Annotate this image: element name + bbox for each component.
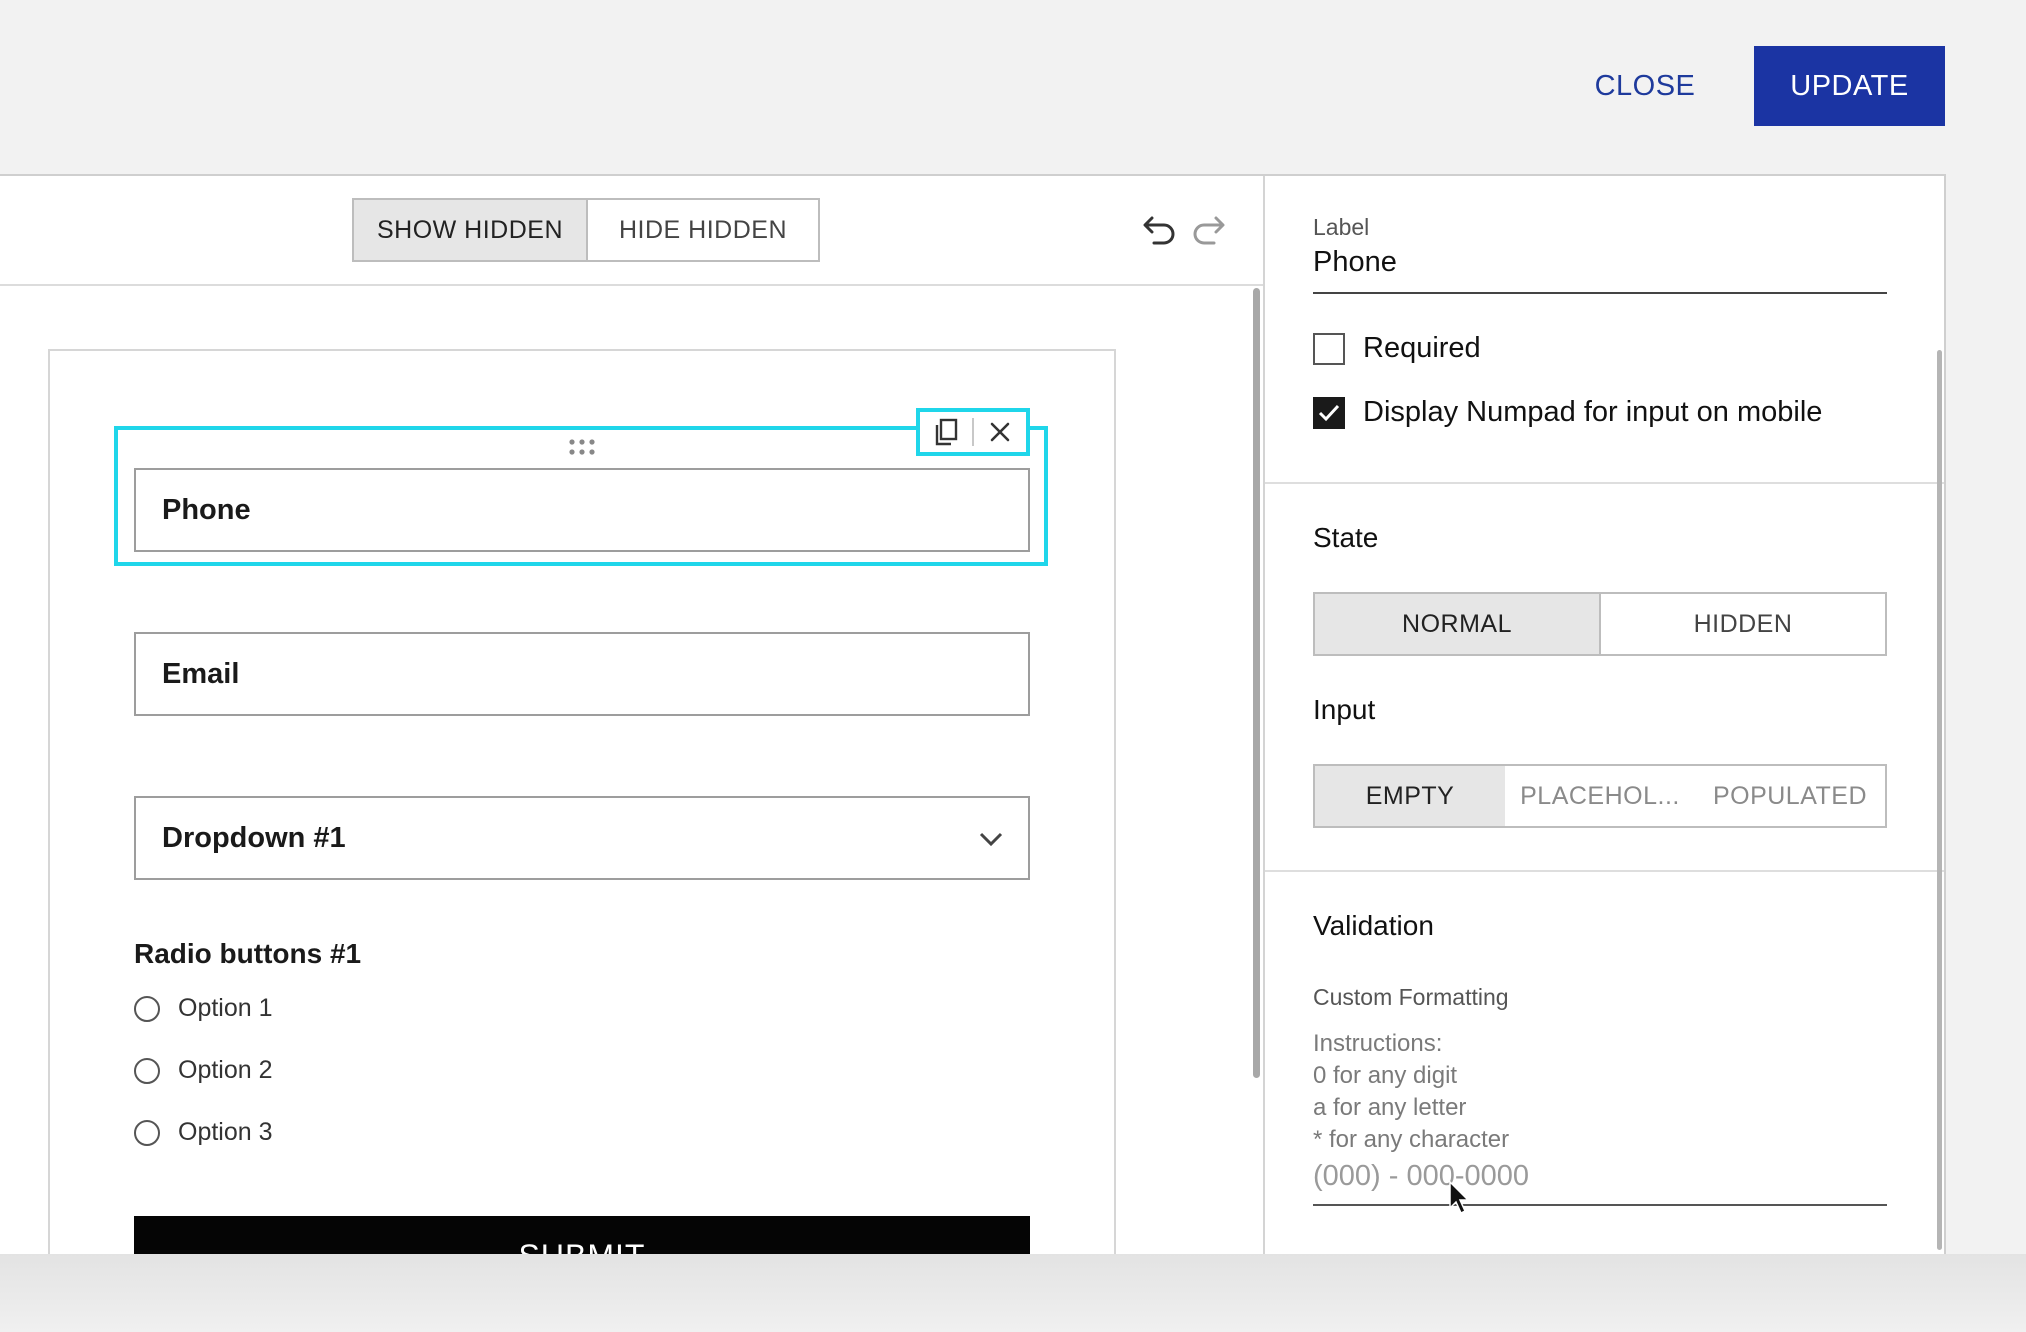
checkmark-icon [1313, 396, 1345, 429]
duplicate-icon[interactable] [920, 412, 972, 452]
redo-icon[interactable] [1188, 210, 1228, 250]
required-label: Required [1363, 332, 1481, 364]
properties-panel: Label Phone Required Display Numpad for … [1265, 176, 1944, 1254]
radio-option[interactable]: Option 2 [134, 1056, 273, 1085]
update-button[interactable]: UPDATE [1754, 46, 1945, 126]
close-button[interactable]: CLOSE [1580, 62, 1710, 110]
numpad-checkbox[interactable]: Display Numpad for input on mobile [1313, 396, 1822, 429]
label-input[interactable]: Phone [1313, 246, 1397, 279]
section-divider [1265, 482, 1944, 484]
radio-option[interactable]: Option 3 [134, 1118, 273, 1147]
show-hidden-button[interactable]: SHOW HIDDEN [354, 200, 588, 260]
radio-circle-icon [134, 995, 160, 1022]
field-actions [916, 408, 1030, 456]
validation-title: Validation [1313, 910, 1434, 941]
required-checkbox[interactable]: Required [1313, 332, 1481, 365]
radio-circle-icon [134, 1119, 160, 1146]
section-divider [1265, 870, 1944, 872]
instruction-line: * for any character [1313, 1126, 1510, 1153]
radio-option-label: Option 3 [178, 1118, 273, 1146]
instruction-line: Instructions: [1313, 1030, 1443, 1057]
mouse-cursor-icon [1448, 1180, 1472, 1216]
radio-circle-icon [134, 1057, 160, 1084]
editor-panel: SHOW HIDDEN HIDE HIDDEN Phone Email Drop… [0, 174, 1946, 1254]
radio-option[interactable]: Option 1 [134, 994, 273, 1023]
hide-hidden-button[interactable]: HIDE HIDDEN [588, 200, 818, 260]
delete-icon[interactable] [974, 412, 1026, 452]
drag-handle-icon[interactable] [568, 438, 596, 456]
dropdown-field[interactable]: Dropdown #1 [134, 796, 1030, 880]
radio-group-title: Radio buttons #1 [134, 938, 362, 969]
label-caption: Label [1313, 214, 1370, 240]
state-title: State [1313, 522, 1379, 553]
input-toggle: EMPTY PLACEHOL... POPULATED [1313, 764, 1887, 828]
checkbox-icon [1313, 332, 1345, 365]
input-placeholder-button[interactable]: PLACEHOL... [1505, 766, 1695, 826]
state-normal-button[interactable]: NORMAL [1315, 594, 1601, 654]
bottom-bar [0, 1254, 2026, 1332]
visibility-toggle: SHOW HIDDEN HIDE HIDDEN [352, 198, 820, 262]
label-underline [1313, 292, 1887, 294]
formatting-instructions: Instructions: 0 for any digit a for any … [1313, 1028, 1509, 1156]
radio-option-label: Option 1 [178, 994, 273, 1022]
properties-scrollbar[interactable] [1937, 350, 1942, 1250]
input-title: Input [1313, 694, 1376, 725]
canvas-scrollbar[interactable] [1253, 288, 1260, 1078]
instruction-line: 0 for any digit [1313, 1062, 1458, 1089]
chevron-down-icon [978, 822, 1004, 855]
state-hidden-button[interactable]: HIDDEN [1601, 594, 1885, 654]
instruction-line: a for any letter [1313, 1094, 1467, 1121]
format-mask-input[interactable]: (000) - 000-0000 [1313, 1160, 1529, 1193]
undo-icon[interactable] [1140, 210, 1180, 250]
input-empty-button[interactable]: EMPTY [1315, 766, 1505, 826]
radio-option-label: Option 2 [178, 1056, 273, 1084]
format-mask-underline [1313, 1204, 1887, 1206]
toolbar-divider [0, 284, 1263, 286]
phone-field[interactable]: Phone [134, 468, 1030, 552]
dropdown-label: Dropdown #1 [162, 821, 346, 854]
email-field[interactable]: Email [134, 632, 1030, 716]
input-populated-button[interactable]: POPULATED [1695, 766, 1885, 826]
state-toggle: NORMAL HIDDEN [1313, 592, 1887, 656]
submit-button[interactable]: SUBMIT [134, 1216, 1030, 1254]
numpad-label: Display Numpad for input on mobile [1363, 396, 1823, 428]
custom-formatting-label: Custom Formatting [1313, 984, 1509, 1010]
